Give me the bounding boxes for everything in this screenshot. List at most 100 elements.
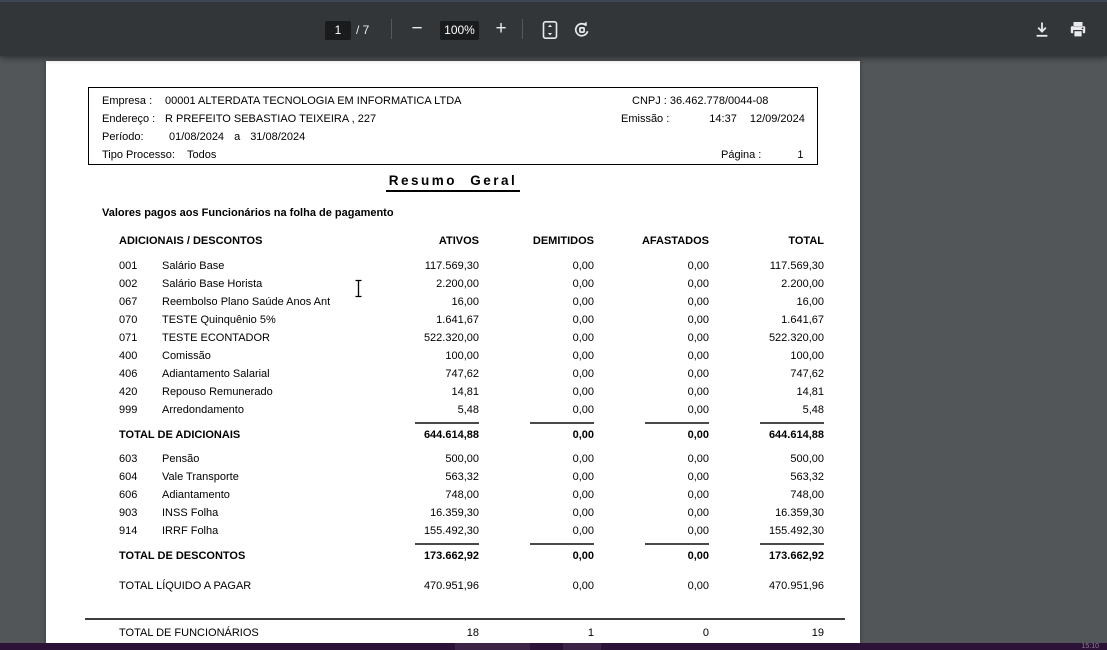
cell-total: 747,62 bbox=[790, 368, 824, 380]
cell-afastados: 0,00 bbox=[687, 525, 709, 537]
cell-demitidos: 0,00 bbox=[572, 489, 594, 501]
table-row: 999 Arredondamento 5,48 0,00 0,00 5,48 bbox=[119, 401, 824, 419]
cell-code: 070 bbox=[119, 314, 138, 326]
cell-total: 500,00 bbox=[790, 453, 824, 465]
total-liquido-ativos: 470.951,96 bbox=[423, 580, 479, 592]
table-row: 606 Adiantamento 748,00 0,00 0,00 748,00 bbox=[119, 486, 824, 504]
empresa-line: Empresa : 00001 ALTERDATA TECNOLOGIA EM I… bbox=[102, 95, 461, 107]
taskbar: 15:10 bbox=[0, 643, 1107, 650]
table-header-row: ADICIONAIS / DESCONTOS ATIVOS DEMITIDOS … bbox=[119, 232, 824, 250]
total-descontos-total: 173.662,92 bbox=[768, 550, 824, 562]
emissao-line: Emissão : 14:37 12/09/2024 bbox=[621, 113, 805, 125]
cell-afastados: 0,00 bbox=[687, 350, 709, 362]
cell-total: 2.200,00 bbox=[781, 278, 824, 290]
header-adicionais-descontos: ADICIONAIS / DESCONTOS bbox=[119, 235, 263, 247]
periodo-label: Período: bbox=[102, 131, 144, 143]
table-row: 002 Salário Base Horista 2.200,00 0,00 0,00 2… bbox=[119, 275, 824, 293]
pdf-page: Empresa : 00001 ALTERDATA TECNOLOGIA EM I… bbox=[46, 61, 860, 643]
emissao-date: 12/09/2024 bbox=[749, 113, 805, 125]
cell-total: 117.569,30 bbox=[769, 260, 824, 272]
cell-code: 903 bbox=[119, 507, 138, 519]
taskbar-app-button bbox=[563, 643, 601, 650]
cell-ativos: 155.492,30 bbox=[423, 525, 479, 537]
pdf-toolbar: 1 / 7 − 100% + bbox=[0, 0, 1107, 56]
taskbar-app-button bbox=[455, 643, 530, 650]
header-demitidos: DEMITIDOS bbox=[532, 235, 594, 247]
emissao-time: 14:37 bbox=[709, 113, 737, 125]
total-liquido-total: 470.951,96 bbox=[768, 580, 824, 592]
total-liquido-afastados: 0,00 bbox=[687, 580, 709, 592]
cell-afastados: 0,00 bbox=[687, 386, 709, 398]
footer-divider-line bbox=[85, 618, 845, 620]
table-row: 903 INSS Folha 16.359,30 0,00 0,00 16.359,30 bbox=[119, 504, 824, 522]
taskbar-clock: 15:10 bbox=[1081, 643, 1099, 650]
zoom-level-display: 100% bbox=[440, 21, 479, 40]
cell-afastados: 0,00 bbox=[687, 368, 709, 380]
cell-afastados: 0,00 bbox=[687, 260, 709, 272]
cell-afastados: 0,00 bbox=[687, 278, 709, 290]
zoom-in-button[interactable]: + bbox=[489, 17, 513, 41]
cell-desc: Adiantamento Salarial bbox=[162, 368, 270, 380]
total-funcionarios-row: TOTAL DE FUNCIONÁRIOS 18 1 0 19 bbox=[119, 624, 824, 642]
pagina-label: Página : bbox=[721, 149, 762, 161]
cell-code: 999 bbox=[119, 404, 138, 416]
periodo-end: 31/08/2024 bbox=[250, 131, 306, 143]
total-adicionais-ativos: 644.614,88 bbox=[423, 429, 479, 441]
cell-ativos: 117.569,30 bbox=[424, 260, 479, 272]
cell-total: 155.492,30 bbox=[768, 525, 824, 537]
periodo-start: 01/08/2024 bbox=[169, 131, 225, 143]
cell-code: 420 bbox=[119, 386, 138, 398]
total-descontos-demitidos: 0,00 bbox=[572, 550, 594, 562]
cell-desc: Vale Transporte bbox=[162, 471, 239, 483]
cell-demitidos: 0,00 bbox=[572, 278, 594, 290]
cell-desc: TESTE ECONTADOR bbox=[162, 332, 270, 344]
cell-desc: Adiantamento bbox=[162, 489, 230, 501]
tipo-processo-label: Tipo Processo: bbox=[102, 149, 175, 161]
rotate-icon[interactable] bbox=[571, 19, 593, 41]
periodo-separator: a bbox=[234, 131, 241, 143]
cell-total: 16.359,30 bbox=[775, 507, 824, 519]
summary-table: ADICIONAIS / DESCONTOS ATIVOS DEMITIDOS … bbox=[119, 232, 824, 595]
report-subtitle: Valores pagos aos Funcionários na folha … bbox=[102, 207, 394, 219]
page-count-label: / 7 bbox=[356, 23, 370, 37]
cell-ativos: 747,62 bbox=[445, 368, 479, 380]
endereco-value: R PREFEITO SEBASTIAO TEIXEIRA , 227 bbox=[165, 113, 377, 125]
total-liquido-label: TOTAL LÍQUIDO A PAGAR bbox=[119, 580, 252, 592]
cell-desc: Reembolso Plano Saúde Anos Ant bbox=[162, 296, 331, 308]
cell-ativos: 2.200,00 bbox=[436, 278, 479, 290]
total-descontos-row: TOTAL DE DESCONTOS 173.662,92 0,00 0,00 … bbox=[119, 547, 824, 565]
total-descontos-label: TOTAL DE DESCONTOS bbox=[119, 550, 246, 562]
cell-code: 067 bbox=[119, 296, 138, 308]
total-liquido-row: TOTAL LÍQUIDO A PAGAR 470.951,96 0,00 0,… bbox=[119, 577, 824, 595]
cell-total: 14,81 bbox=[796, 386, 824, 398]
total-adicionais-total: 644.614,88 bbox=[768, 429, 824, 441]
print-icon[interactable] bbox=[1068, 20, 1090, 42]
cell-demitidos: 0,00 bbox=[572, 332, 594, 344]
cell-demitidos: 0,00 bbox=[572, 471, 594, 483]
cell-total: 522.320,00 bbox=[768, 332, 824, 344]
cell-demitidos: 0,00 bbox=[572, 453, 594, 465]
table-row: 603 Pensão 500,00 0,00 0,00 500,00 bbox=[119, 450, 824, 468]
page-number-input[interactable]: 1 bbox=[325, 21, 351, 40]
cell-afastados: 0,00 bbox=[687, 489, 709, 501]
cell-afastados: 0,00 bbox=[687, 471, 709, 483]
empresa-value: 00001 ALTERDATA TECNOLOGIA EM INFORMATIC… bbox=[165, 95, 462, 107]
download-icon[interactable] bbox=[1032, 20, 1054, 42]
emissao-label: Emissão : bbox=[621, 113, 670, 125]
cell-code: 606 bbox=[119, 489, 138, 501]
cell-total: 563,32 bbox=[790, 471, 824, 483]
cell-demitidos: 0,00 bbox=[572, 296, 594, 308]
zoom-out-button[interactable]: − bbox=[405, 17, 429, 41]
cell-ativos: 500,00 bbox=[445, 453, 479, 465]
cell-code: 001 bbox=[119, 260, 138, 272]
cell-ativos: 1.641,67 bbox=[436, 314, 479, 326]
cell-desc: Pensão bbox=[162, 453, 200, 465]
cell-demitidos: 0,00 bbox=[572, 386, 594, 398]
fit-to-page-icon[interactable] bbox=[539, 19, 561, 41]
total-funcionarios-ativos: 18 bbox=[466, 627, 479, 639]
total-liquido-demitidos: 0,00 bbox=[572, 580, 594, 592]
total-adicionais-demitidos: 0,00 bbox=[572, 429, 594, 441]
table-row: 071 TESTE ECONTADOR 522.320,00 0,00 0,00 522.… bbox=[119, 329, 824, 347]
cell-demitidos: 0,00 bbox=[572, 525, 594, 537]
cnpj-line: CNPJ : 36.462.778/0044-08 bbox=[632, 95, 769, 107]
